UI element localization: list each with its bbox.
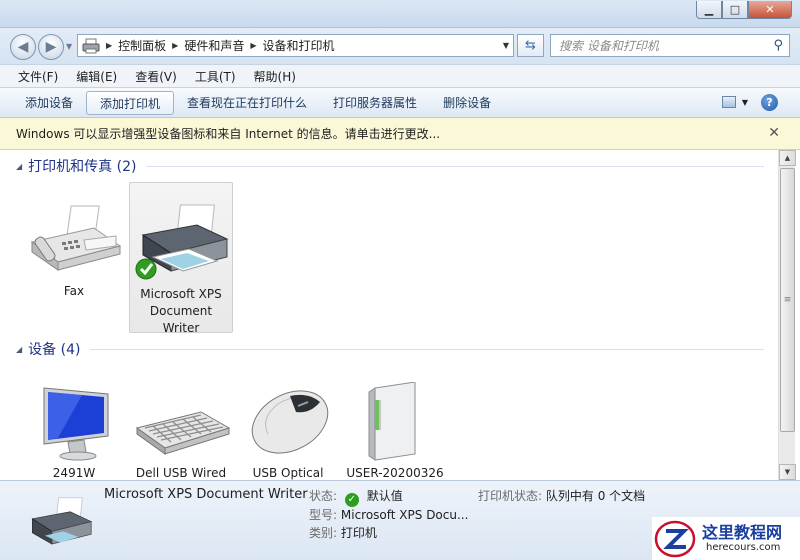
refresh-icon: ⇆ bbox=[525, 38, 536, 53]
model-label: 型号: bbox=[309, 508, 338, 522]
device-item-mouse[interactable]: USB Optical bbox=[236, 382, 340, 482]
printer-status-value: 队列中有 0 个文档 bbox=[545, 489, 646, 503]
menu-edit[interactable]: 编辑(E) bbox=[68, 68, 125, 85]
device-list: ◢ 打印机和传真 (2) Fax Microsoft XPS Document … bbox=[0, 150, 778, 480]
close-info-bar-icon[interactable]: ✕ bbox=[768, 125, 780, 141]
maximize-button[interactable]: □ bbox=[722, 1, 748, 19]
details-printer-status: 打印机状态: 队列中有 0 个文档 bbox=[478, 487, 645, 504]
scroll-thumb[interactable]: ≡ bbox=[780, 168, 795, 432]
device-label: Fax bbox=[63, 284, 85, 298]
address-dropdown-icon[interactable]: ▼ bbox=[503, 41, 509, 50]
info-bar[interactable]: Windows 可以显示增强型设备图标和来自 Internet 的信息。请单击进… bbox=[0, 118, 800, 150]
minimize-button[interactable]: ▁ bbox=[696, 1, 722, 19]
address-bar[interactable]: ▶ 控制面板 ▶ 硬件和声音 ▶ 设备和打印机 ▼ bbox=[77, 34, 514, 57]
watermark-title: 这里教程网 bbox=[702, 523, 783, 542]
category-label: 类别: bbox=[309, 526, 338, 540]
change-view-icon[interactable] bbox=[722, 96, 736, 108]
search-input[interactable] bbox=[559, 38, 759, 53]
window-titlebar: ▁ □ ✕ bbox=[0, 0, 800, 28]
vertical-scrollbar[interactable]: ▲ ≡ ▼ bbox=[778, 150, 796, 480]
help-icon: ? bbox=[766, 96, 773, 109]
refresh-button[interactable]: ⇆ bbox=[517, 34, 544, 57]
remove-device-button[interactable]: 删除设备 bbox=[430, 91, 504, 115]
breadcrumb-hardware-sound[interactable]: 硬件和声音 bbox=[184, 37, 244, 54]
device-label: Microsoft XPS Document Writer bbox=[140, 287, 222, 335]
status-value: 默认值 bbox=[366, 489, 403, 503]
search-icon[interactable]: ⚲ bbox=[773, 38, 783, 53]
monitor-icon bbox=[43, 387, 109, 461]
window-controls: ▁ □ ✕ bbox=[696, 1, 792, 19]
details-category: 类别: 打印机 bbox=[309, 524, 377, 541]
group-header-printers[interactable]: ◢ 打印机和传真 (2) bbox=[0, 154, 770, 178]
collapse-triangle-icon[interactable]: ◢ bbox=[16, 162, 22, 171]
menu-file[interactable]: 文件(F) bbox=[10, 68, 66, 85]
menu-bar: 文件(F) 编辑(E) 查看(V) 工具(T) 帮助(H) bbox=[0, 64, 800, 88]
forward-arrow-icon: ▶ bbox=[45, 39, 57, 55]
details-device-name: Microsoft XPS Document Writer bbox=[104, 487, 308, 502]
breadcrumb-devices-printers[interactable]: 设备和打印机 bbox=[263, 37, 335, 54]
see-whats-printing-button[interactable]: 查看现在正在打印什么 bbox=[174, 91, 320, 115]
menu-help[interactable]: 帮助(H) bbox=[246, 68, 304, 85]
group-title: 设备 (4) bbox=[28, 342, 81, 358]
device-item-computer[interactable]: USER-20200326 bbox=[343, 381, 447, 482]
navigation-bar: ◀ ▶ ▼ ▶ 控制面板 ▶ 硬件和声音 ▶ 设备和打印机 ▼ ⇆ ⚲ bbox=[0, 28, 800, 64]
scroll-down-button[interactable]: ▼ bbox=[779, 464, 796, 480]
watermark: 这里教程网 herecours.com bbox=[652, 517, 800, 560]
check-icon: ✓ bbox=[344, 493, 359, 507]
search-box[interactable]: ⚲ bbox=[550, 34, 790, 57]
keyboard-icon bbox=[135, 411, 231, 455]
category-value: 打印机 bbox=[340, 526, 377, 540]
group-title: 打印机和传真 (2) bbox=[28, 159, 137, 175]
device-item-keyboard[interactable]: Dell USB Wired bbox=[129, 382, 233, 482]
view-dropdown-icon[interactable]: ▼ bbox=[742, 98, 748, 107]
printer-icon bbox=[135, 204, 229, 280]
add-device-button[interactable]: 添加设备 bbox=[12, 91, 86, 115]
printer-small-icon bbox=[82, 38, 100, 53]
computer-tower-icon bbox=[368, 381, 416, 461]
watermark-logo bbox=[654, 520, 696, 558]
printer-status-label: 打印机状态: bbox=[478, 489, 543, 503]
device-item-monitor[interactable]: 2491W bbox=[22, 382, 126, 482]
device-item-fax[interactable]: Fax bbox=[22, 200, 126, 300]
recent-pages-dropdown[interactable]: ▼ bbox=[66, 42, 72, 51]
status-label: 状态: bbox=[309, 489, 338, 503]
back-arrow-icon: ◀ bbox=[17, 39, 29, 55]
add-printer-button[interactable]: 添加打印机 bbox=[86, 90, 175, 115]
details-status: 状态: ✓ 默认值 bbox=[309, 487, 403, 507]
fax-icon bbox=[30, 205, 122, 271]
breadcrumb-separator[interactable]: ▶ bbox=[250, 41, 256, 50]
menu-tools[interactable]: 工具(T) bbox=[187, 68, 244, 85]
forward-button[interactable]: ▶ bbox=[38, 34, 64, 60]
breadcrumb-separator[interactable]: ▶ bbox=[106, 41, 112, 50]
printer-icon bbox=[31, 497, 93, 545]
watermark-url: herecours.com bbox=[706, 542, 781, 553]
breadcrumb-control-panel[interactable]: 控制面板 bbox=[118, 37, 166, 54]
details-model: 型号: Microsoft XPS Docu... bbox=[309, 506, 468, 523]
info-bar-text[interactable]: Windows 可以显示增强型设备图标和来自 Internet 的信息。请单击进… bbox=[16, 125, 440, 142]
menu-view[interactable]: 查看(V) bbox=[127, 68, 185, 85]
device-item-xps-writer[interactable]: Microsoft XPS Document Writer bbox=[129, 182, 233, 335]
mouse-icon bbox=[251, 390, 329, 454]
back-button[interactable]: ◀ bbox=[10, 34, 36, 60]
print-server-properties-button[interactable]: 打印服务器属性 bbox=[320, 91, 430, 115]
breadcrumb-separator[interactable]: ▶ bbox=[172, 41, 178, 50]
collapse-triangle-icon[interactable]: ◢ bbox=[16, 345, 22, 354]
divider bbox=[146, 165, 764, 167]
scroll-up-button[interactable]: ▲ bbox=[779, 150, 796, 166]
group-header-devices[interactable]: ◢ 设备 (4) bbox=[0, 337, 770, 361]
close-button[interactable]: ✕ bbox=[748, 1, 792, 19]
command-bar: 添加设备 添加打印机 查看现在正在打印什么 打印服务器属性 删除设备 ▼ ? bbox=[0, 88, 800, 118]
help-button[interactable]: ? bbox=[761, 94, 778, 111]
divider bbox=[90, 348, 764, 350]
model-value: Microsoft XPS Docu... bbox=[340, 508, 469, 522]
